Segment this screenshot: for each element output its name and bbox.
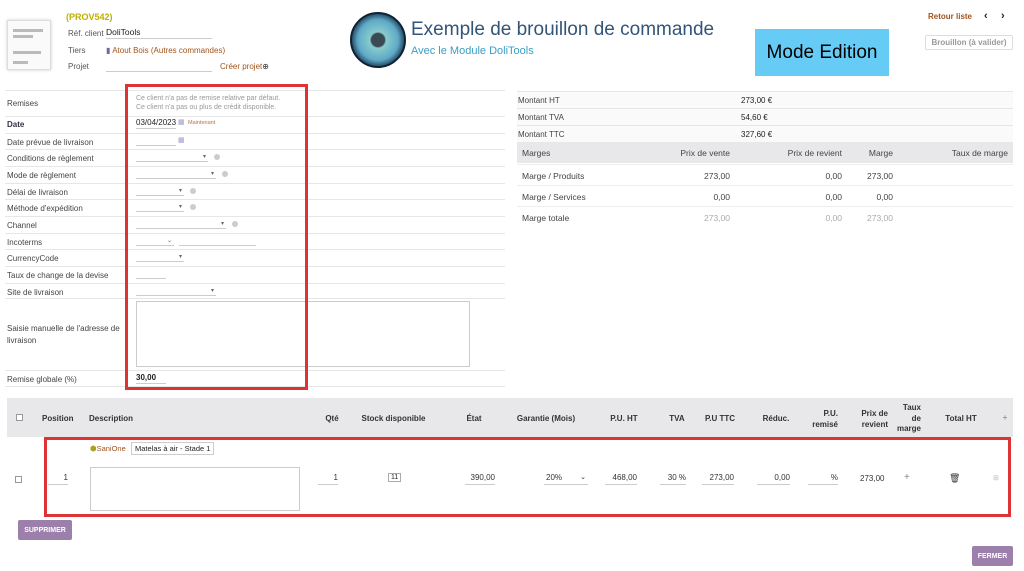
form-row-label: Channel: [7, 221, 37, 230]
tiers-name: Atout Bois (Autres commandes): [112, 46, 226, 55]
column-header: Position: [42, 414, 74, 423]
margin-cell: Marge / Produits: [522, 171, 585, 181]
mode-badge: Mode Edition: [755, 29, 889, 76]
margin-cell: 273,00: [704, 171, 730, 181]
column-header: Taux de marge: [896, 403, 921, 433]
margin-cell: 273,00: [867, 171, 893, 181]
form-row-label: Délai de livraison: [7, 188, 68, 197]
column-header: Qté: [325, 414, 339, 423]
form-row-label: Méthode d'expédition: [7, 204, 83, 213]
total-ht-value: 273,00 €: [741, 96, 773, 105]
margins-header-cost: Prix de revient: [787, 148, 842, 158]
margin-cell: Marge totale: [522, 213, 570, 223]
next-arrow-icon[interactable]: ›: [1001, 10, 1005, 22]
tiers-link[interactable]: ▮ Atout Bois (Autres commandes): [106, 46, 225, 55]
column-header: Description: [89, 414, 134, 423]
margin-cell: 273,00: [704, 213, 730, 223]
column-header: TVA: [669, 414, 685, 423]
form-row-label: Taux de change de la devise: [7, 271, 109, 280]
margins-header: Marges Prix de vente Prix de revient Mar…: [517, 142, 1013, 163]
date-label: Date: [7, 120, 25, 129]
ref-client-label: Réf. client: [68, 29, 104, 38]
total-ttc-row: Montant TTC 327,60 €: [517, 125, 1013, 142]
projet-select[interactable]: [106, 60, 212, 72]
form-row-label: CurrencyCode: [7, 254, 59, 263]
margins-header-rate: Taux de marge: [951, 148, 1008, 158]
column-header: Total HT: [945, 414, 977, 423]
margin-cell: 0,00: [713, 192, 730, 202]
company-icon: ▮: [106, 46, 111, 55]
plus-circle-icon: ⊕: [262, 62, 269, 71]
highlight-box-form: [125, 84, 308, 390]
total-ttc-label: Montant TTC: [518, 130, 565, 139]
order-ref: (PROV542): [66, 12, 113, 22]
column-header: P.U. remisé: [812, 409, 838, 429]
form-row-label: Date prévue de livraison: [7, 138, 94, 147]
banner-title: Exemple de brouillon de commande: [411, 19, 715, 40]
column-header: Réduc.: [762, 414, 790, 423]
margin-cell: 273,00: [867, 213, 893, 223]
margin-row: Marge / Services 0,00 0,00 0,00: [517, 185, 1013, 206]
tiers-label: Tiers: [68, 46, 86, 55]
fermer-button[interactable]: FERMER: [972, 546, 1013, 566]
address-label: Saisie manuelle de l'adresse de livraiso…: [7, 324, 120, 345]
ref-client-input[interactable]: DoliTools: [106, 27, 212, 39]
margin-cell: Marge / Services: [522, 192, 586, 202]
column-header: Stock disponible: [361, 414, 426, 423]
margin-row: Marge / Produits 273,00 0,00 273,00: [517, 164, 1013, 185]
margin-cell: 0,00: [825, 171, 842, 181]
banner-subtitle: Avec le Module DoliTools: [411, 45, 534, 57]
form-row-label: Conditions de règlement: [7, 154, 94, 163]
add-column-button[interactable]: +: [998, 413, 1012, 424]
create-project-label: Créer projet: [220, 62, 263, 71]
margin-cell: 0,00: [825, 192, 842, 202]
total-tva-row: Montant TVA 54,60 €: [517, 108, 1013, 125]
back-to-list-link[interactable]: Retour liste: [928, 12, 972, 21]
column-header: P.U TTC: [704, 414, 736, 423]
total-ttc-value: 327,60 €: [741, 130, 773, 139]
column-header: État: [466, 414, 482, 423]
margin-cell: 0,00: [825, 213, 842, 223]
total-tva-label: Montant TVA: [518, 113, 564, 122]
margin-cell: 0,00: [876, 192, 893, 202]
margins-header-sale: Prix de vente: [680, 148, 730, 158]
remise-globale-label: Remise globale (%): [7, 375, 77, 384]
projet-label: Projet: [68, 62, 89, 71]
document-thumbnail[interactable]: [7, 20, 51, 70]
margin-row: Marge totale 273,00 0,00 273,00: [517, 206, 1013, 227]
column-header: Garantie (Mois): [516, 414, 576, 423]
form-row-label: Site de livraison: [7, 288, 64, 297]
create-project-link[interactable]: Créer projet⊕: [220, 62, 269, 71]
column-header: Prix de revient: [861, 409, 888, 429]
total-tva-value: 54,60 €: [741, 113, 768, 122]
select-all-checkbox[interactable]: [16, 414, 23, 421]
status-badge: Brouillon (à valider): [925, 35, 1013, 50]
supprimer-button[interactable]: SUPPRIMER: [18, 520, 72, 540]
prev-arrow-icon[interactable]: ‹: [984, 10, 988, 22]
form-row-label: Incoterms: [7, 238, 43, 247]
margins-header-label: Marges: [522, 148, 551, 158]
form-row-label: Mode de règlement: [7, 171, 76, 180]
line-checkbox[interactable]: [15, 476, 22, 483]
dolitools-logo: [350, 12, 406, 68]
highlight-box-line: [44, 437, 1011, 517]
column-header: P.U. HT: [610, 414, 638, 423]
total-ht-label: Montant HT: [518, 96, 560, 105]
remises-label: Remises: [7, 99, 39, 108]
margins-header-margin: Marge: [868, 148, 893, 158]
total-ht-row: Montant HT 273,00 €: [517, 91, 1013, 108]
